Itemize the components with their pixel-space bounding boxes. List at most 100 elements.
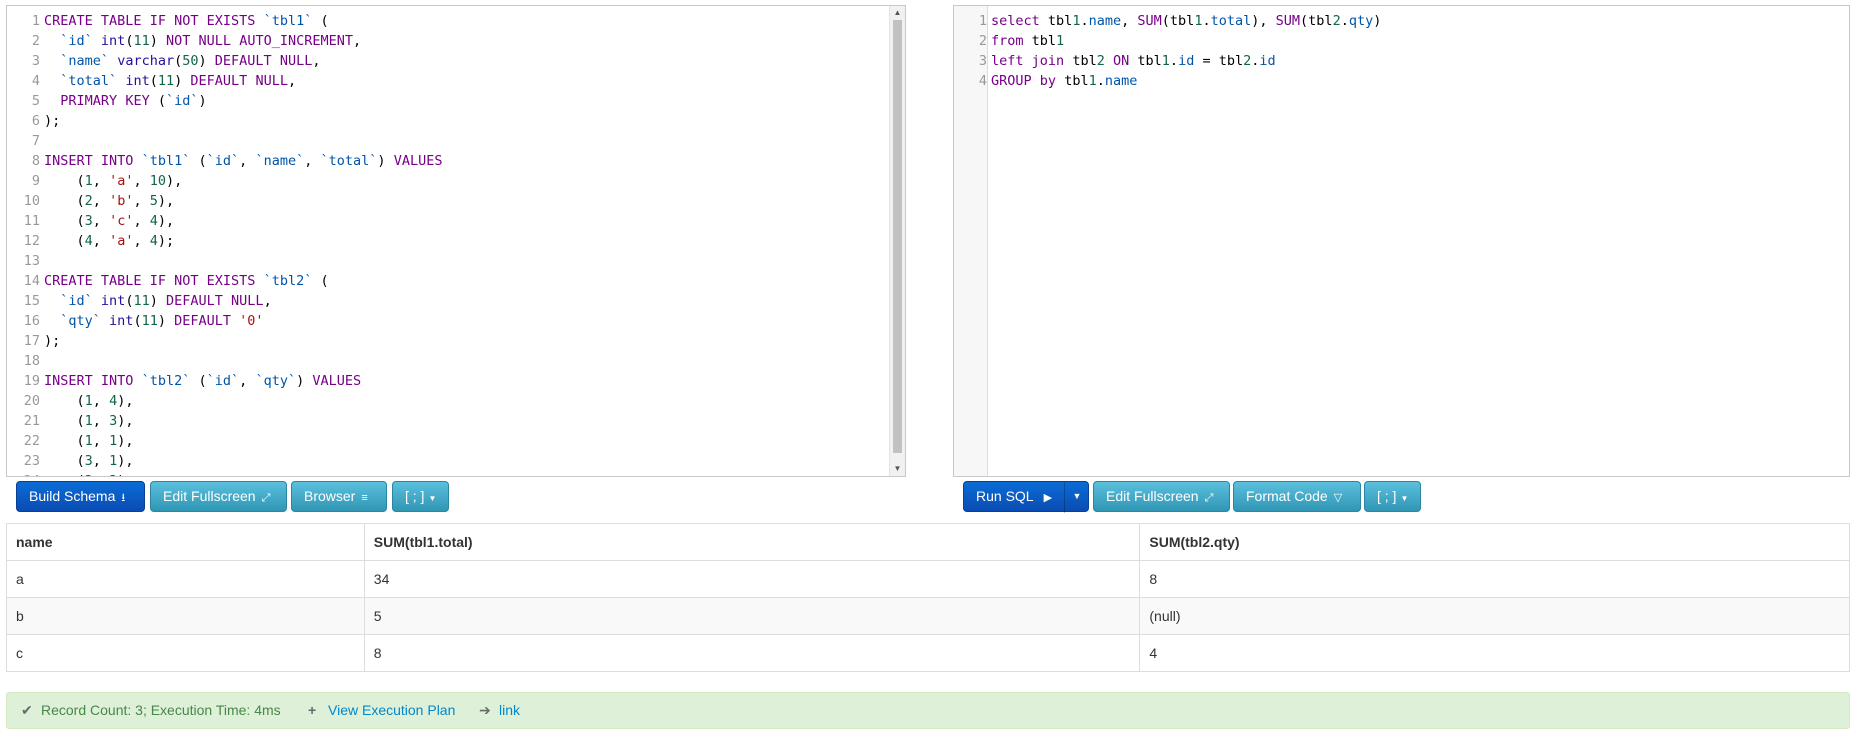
- browser-button[interactable]: Browser ≡: [291, 481, 387, 512]
- schema-edit-fullscreen-button[interactable]: Edit Fullscreen ⤢: [150, 481, 287, 512]
- code-token: tbl: [1047, 13, 1073, 29]
- code-token: (: [76, 173, 85, 189]
- permalink[interactable]: ➔ link: [479, 693, 520, 728]
- code-line[interactable]: 4 `total` int(11) DEFAULT NULL,: [7, 71, 905, 91]
- code-line[interactable]: 11 (3, 'c', 4),: [7, 211, 905, 231]
- code-token: );: [44, 113, 61, 129]
- share-icon: ➔: [479, 702, 491, 718]
- code-token: (: [320, 13, 329, 29]
- code-keyword: INTO: [100, 373, 134, 389]
- code-line[interactable]: 15 `id` int(11) DEFAULT NULL,: [7, 291, 905, 311]
- scroll-down-arrow-icon[interactable]: ▼: [890, 462, 905, 476]
- line-number: 2: [978, 33, 987, 49]
- format-code-label: Format Code: [1246, 488, 1328, 504]
- schema-editor[interactable]: 1 CREATE TABLE IF NOT EXISTS `tbl1` (2 `i…: [6, 5, 906, 477]
- code-line[interactable]: 9 (1, 'a', 10),: [7, 171, 905, 191]
- code-line[interactable]: 24 (3, 3): [7, 471, 905, 476]
- view-execution-plan[interactable]: + View Execution Plan: [308, 693, 455, 728]
- code-line[interactable]: 1 select tbl1.name, SUM(tbl1.total), SUM(…: [954, 11, 1849, 31]
- code-line[interactable]: 14 CREATE TABLE IF NOT EXISTS `tbl2` (: [7, 271, 905, 291]
- code-line[interactable]: 7: [7, 131, 905, 151]
- code-token: ,: [92, 393, 101, 409]
- code-line[interactable]: 17);: [7, 331, 905, 351]
- build-schema-button[interactable]: Build Schema ⭳: [16, 481, 145, 512]
- scrollbar-thumb[interactable]: [893, 20, 902, 453]
- code-identifier: `tbl2`: [263, 273, 313, 289]
- code-identifier: `id`: [165, 93, 199, 109]
- code-keyword: NULL: [231, 293, 264, 309]
- code-line[interactable]: 3 left join tbl2 ON tbl1.id = tbl2.id: [954, 51, 1849, 71]
- query-edit-fullscreen-button[interactable]: Edit Fullscreen ⤢: [1093, 481, 1230, 512]
- run-sql-button[interactable]: Run SQL ▶ ▼: [963, 481, 1089, 513]
- code-text: from tbl1: [987, 33, 1064, 49]
- code-line[interactable]: 3 `name` varchar(50) DEFAULT NULL,: [7, 51, 905, 71]
- code-text: (1, 1),: [40, 433, 134, 449]
- code-line[interactable]: 13: [7, 251, 905, 271]
- code-line[interactable]: 12 (4, 'a', 4);: [7, 231, 905, 251]
- code-line[interactable]: 2 from tbl1: [954, 31, 1849, 51]
- code-property: name: [1104, 73, 1138, 89]
- view-execution-plan-link[interactable]: View Execution Plan: [328, 702, 455, 718]
- schema-code[interactable]: 1 CREATE TABLE IF NOT EXISTS `tbl1` (2 `i…: [7, 11, 905, 476]
- code-line[interactable]: 20 (1, 4),: [7, 391, 905, 411]
- code-line[interactable]: 4 GROUP by tbl1.name: [954, 71, 1849, 91]
- schema-scrollbar[interactable]: ▲ ▼: [889, 6, 905, 476]
- query-edit-fullscreen-label: Edit Fullscreen: [1106, 488, 1199, 504]
- query-code[interactable]: 1 select tbl1.name, SUM(tbl1.total), SUM(…: [954, 11, 1849, 91]
- code-token: ): [198, 93, 207, 109]
- permalink-link[interactable]: link: [499, 702, 520, 718]
- table-cell: c: [6, 634, 365, 672]
- code-line[interactable]: 22 (1, 1),: [7, 431, 905, 451]
- check-icon: ✔: [21, 702, 33, 718]
- code-text: (2, 'b', 5),: [40, 193, 175, 209]
- code-line[interactable]: 6);: [7, 111, 905, 131]
- code-keyword: TABLE: [100, 13, 142, 29]
- code-line[interactable]: 8 INSERT INTO `tbl1` (`id`, `name`, `tota…: [7, 151, 905, 171]
- code-line[interactable]: 21 (1, 3),: [7, 411, 905, 431]
- code-keyword: VALUES: [312, 373, 362, 389]
- code-line[interactable]: 2 `id` int(11) NOT NULL AUTO_INCREMENT,: [7, 31, 905, 51]
- code-keyword: EXISTS: [206, 13, 256, 29]
- code-text: CREATE TABLE IF NOT EXISTS `tbl1` (: [40, 13, 329, 29]
- query-delimiter-button[interactable]: [ ; ] ▼: [1364, 481, 1421, 512]
- code-token: ),: [1251, 13, 1268, 29]
- scroll-up-arrow-icon[interactable]: ▲: [890, 6, 905, 20]
- code-token: tbl: [1072, 53, 1097, 69]
- line-number: 3: [31, 53, 40, 69]
- code-line[interactable]: 19 INSERT INTO `tbl2` (`id`, `qty`) VALUE…: [7, 371, 905, 391]
- code-line[interactable]: 18: [7, 351, 905, 371]
- schema-delimiter-button[interactable]: [ ; ] ▼: [392, 481, 449, 512]
- code-line[interactable]: 5 PRIMARY KEY (`id`): [7, 91, 905, 111]
- code-token: (: [149, 73, 158, 89]
- run-sql-dropdown-caret[interactable]: ▼: [1064, 482, 1089, 513]
- code-number: 1: [84, 173, 93, 189]
- expand-icon: ⤢: [1204, 492, 1214, 504]
- code-keyword: DEFAULT: [214, 53, 272, 69]
- format-code-button[interactable]: Format Code ▽: [1233, 481, 1361, 512]
- code-line[interactable]: 10 (2, 'b', 5),: [7, 191, 905, 211]
- code-number: 3: [84, 213, 93, 229]
- code-line[interactable]: 23 (3, 1),: [7, 451, 905, 471]
- code-keyword: NULL: [255, 73, 288, 89]
- code-token: ,: [352, 33, 362, 49]
- query-editor[interactable]: 1 select tbl1.name, SUM(tbl1.total), SUM(…: [953, 5, 1850, 477]
- code-line[interactable]: 1 CREATE TABLE IF NOT EXISTS `tbl1` (: [7, 11, 905, 31]
- code-line[interactable]: 16 `qty` int(11) DEFAULT '0': [7, 311, 905, 331]
